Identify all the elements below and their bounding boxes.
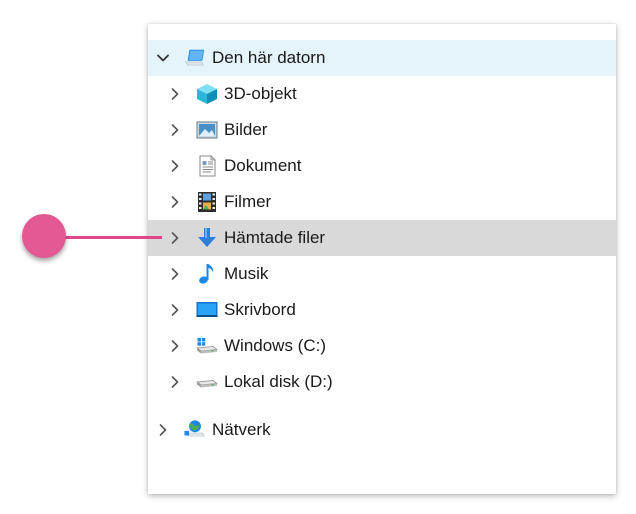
tree-item-desktop[interactable]: Skrivbord (148, 292, 616, 328)
tree-item-label: Nätverk (212, 420, 271, 439)
document-icon (196, 155, 218, 177)
chevron-right-icon[interactable] (168, 339, 182, 353)
computer-icon (184, 47, 206, 69)
tree-item-this-pc[interactable]: Den här datorn (148, 40, 616, 76)
tree-item-label: Lokal disk (D:) (224, 372, 333, 391)
chevron-right-icon[interactable] (168, 195, 182, 209)
music-note-icon (196, 263, 218, 285)
tree-item-pictures[interactable]: Bilder (148, 112, 616, 148)
tree-item-label: Den här datorn (212, 48, 326, 67)
chevron-right-icon[interactable] (168, 303, 182, 317)
tree-item-music[interactable]: Musik (148, 256, 616, 292)
tree-item-drive-d[interactable]: Lokal disk (D:) (148, 364, 616, 400)
network-icon (184, 419, 206, 441)
tree-item-label: Hämtade filer (224, 228, 326, 247)
chevron-right-icon[interactable] (168, 231, 182, 245)
tree-item-label: Filmer (224, 192, 272, 211)
chevron-right-icon[interactable] (168, 87, 182, 101)
chevron-right-icon[interactable] (168, 123, 182, 137)
film-icon (196, 191, 218, 213)
download-arrow-icon (196, 227, 218, 249)
tree-item-drive-c[interactable]: Windows (C:) (148, 328, 616, 364)
chevron-right-icon[interactable] (168, 375, 182, 389)
tree-item-label: 3D-objekt (224, 84, 297, 103)
navigation-pane: Den här datorn 3D-objekt Bilder Dokument… (148, 24, 616, 494)
tree-item-3d-objects[interactable]: 3D-objekt (148, 76, 616, 112)
tree-item-downloads[interactable]: Hämtade filer (148, 220, 616, 256)
chevron-down-icon[interactable] (156, 51, 170, 65)
tree-item-videos[interactable]: Filmer (148, 184, 616, 220)
callout-marker (22, 214, 66, 258)
disk-drive-icon (196, 371, 218, 393)
tree-item-label: Skrivbord (224, 300, 296, 319)
tree-item-network[interactable]: Nätverk (148, 412, 616, 448)
desktop-icon (196, 299, 218, 321)
tree-item-label: Musik (224, 264, 269, 283)
windows-drive-icon (196, 335, 218, 357)
tree-item-documents[interactable]: Dokument (148, 148, 616, 184)
cube-icon (196, 83, 218, 105)
tree-item-label: Dokument (224, 156, 302, 175)
pictures-icon (196, 119, 218, 141)
stage: Den här datorn 3D-objekt Bilder Dokument… (0, 0, 636, 514)
tree-item-label: Bilder (224, 120, 268, 139)
chevron-right-icon[interactable] (168, 159, 182, 173)
chevron-right-icon[interactable] (156, 423, 170, 437)
chevron-right-icon[interactable] (168, 267, 182, 281)
tree-item-label: Windows (C:) (224, 336, 327, 355)
